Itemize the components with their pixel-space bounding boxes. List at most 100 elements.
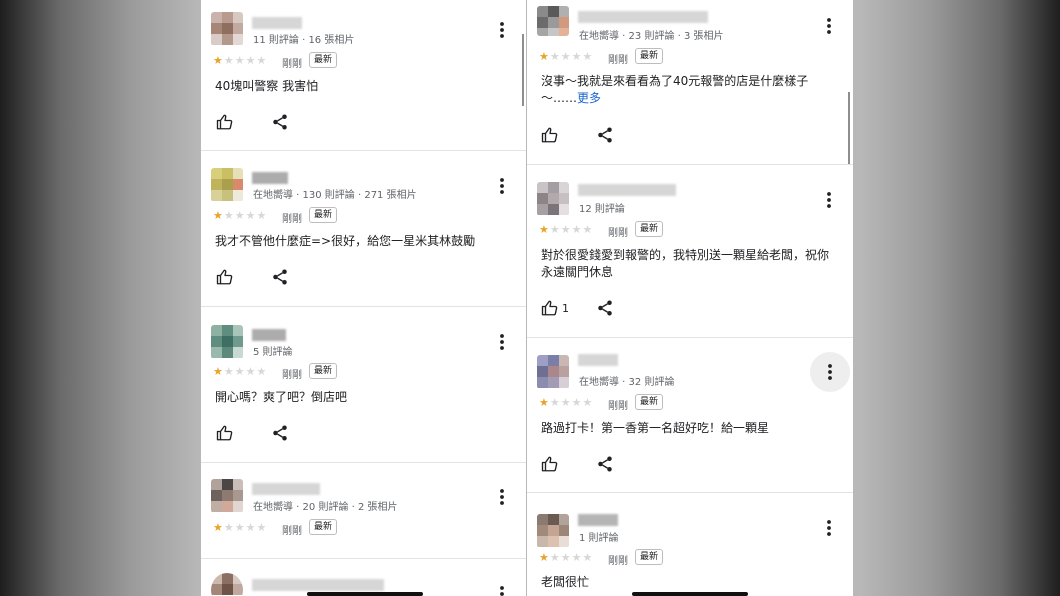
newest-badge: 最新 [635, 549, 664, 565]
reviewer-meta: 12 則評論 [579, 204, 625, 215]
avatar[interactable] [211, 12, 243, 46]
review-text: 對於很愛錢愛到報警的，我特別送一顆星給老闆，祝你永遠關門休息 [541, 248, 830, 279]
newest-badge: 最新 [635, 394, 664, 410]
more-vert-icon[interactable] [495, 585, 509, 596]
thumb-up-icon[interactable] [541, 126, 559, 144]
review-time: 剛剛 [608, 228, 628, 239]
avatar[interactable] [211, 168, 243, 202]
more-vert-icon[interactable] [495, 177, 509, 195]
share-icon[interactable] [596, 455, 614, 473]
star-rating: ★★★★★ [539, 397, 593, 409]
review-text: 40塊叫警察 我害怕 [215, 79, 319, 93]
share-icon[interactable] [271, 268, 289, 286]
star-empty-icon: ★★★★ [549, 551, 594, 564]
more-vert-icon[interactable] [495, 488, 509, 506]
thumb-up-icon[interactable] [541, 299, 559, 317]
share-icon[interactable] [596, 299, 614, 317]
scrollbar[interactable] [848, 92, 850, 164]
reviewer-name-blurred[interactable] [252, 329, 286, 341]
thumb-up-icon[interactable] [216, 113, 234, 131]
reviewer-name-blurred[interactable] [578, 354, 618, 366]
review-card: 11 則評論 · 16 張相片 ★★★★★ 剛剛 最新 40塊叫警察 我害怕 [201, 0, 526, 150]
newest-badge: 最新 [635, 48, 664, 64]
review-card: 在地嚮導 · 130 則評論 · 271 張相片 ★★★★★ 剛剛 最新 我才不… [201, 151, 526, 306]
reviewer-name-blurred[interactable] [252, 483, 320, 495]
more-vert-icon[interactable] [822, 17, 836, 35]
star-empty-icon: ★★★★ [549, 396, 594, 409]
review-card [201, 559, 526, 596]
review-card: 在地嚮導 · 20 則評論 · 2 張相片 ★★★★★ 剛剛 最新 [201, 463, 526, 558]
share-icon[interactable] [271, 113, 289, 131]
star-empty-icon: ★★★★ [549, 223, 594, 236]
reviewer-name-blurred[interactable] [252, 579, 384, 591]
star-filled-icon: ★ [213, 209, 224, 222]
review-time: 剛剛 [608, 401, 628, 412]
share-icon[interactable] [271, 424, 289, 442]
avatar[interactable] [537, 182, 569, 216]
more-vert-icon[interactable] [495, 21, 509, 39]
star-empty-icon: ★★★★ [223, 54, 268, 67]
avatar[interactable] [537, 355, 569, 389]
review-text: 我才不管他什麼症=>很好，給您一星米其林鼓勵 [215, 234, 476, 248]
more-vert-icon[interactable] [495, 333, 509, 351]
reviewer-meta: 在地嚮導 · 32 則評論 [579, 377, 675, 388]
reviewer-name-blurred[interactable] [578, 184, 676, 196]
review-text: 路過打卡！第一香第一名超好吃！給一顆星 [541, 421, 770, 435]
newest-badge: 最新 [309, 207, 338, 223]
review-text: 開心嗎？爽了吧？倒店吧 [215, 390, 348, 404]
review-text: 沒事～我就是來看看為了40元報警的店是什麼樣子～……更多 [541, 73, 833, 107]
review-panel-left[interactable]: 11 則評論 · 16 張相片 ★★★★★ 剛剛 最新 40塊叫警察 我害怕 在… [201, 0, 526, 596]
review-card: 5 則評論 ★★★★★ 剛剛 最新 開心嗎？爽了吧？倒店吧 [201, 307, 526, 462]
star-empty-icon: ★★★★ [549, 50, 594, 63]
star-filled-icon: ★ [539, 396, 550, 409]
thumb-up-icon[interactable] [216, 424, 234, 442]
review-time: 剛剛 [282, 59, 302, 70]
home-indicator[interactable] [632, 592, 748, 596]
star-filled-icon: ★ [539, 551, 550, 564]
reviewer-name-blurred[interactable] [252, 172, 288, 184]
avatar[interactable] [537, 6, 569, 36]
review-time: 剛剛 [608, 55, 628, 66]
star-rating: ★★★★★ [213, 210, 267, 222]
avatar[interactable] [211, 325, 243, 359]
review-card: 1 則評論 ★★★★★ 剛剛 最新 老闆很忙 [527, 493, 853, 596]
star-rating: ★★★★★ [539, 51, 593, 63]
newest-badge: 最新 [309, 52, 338, 68]
reviewer-name-blurred[interactable] [578, 11, 708, 23]
reviewer-meta: 1 則評論 [579, 533, 619, 544]
newest-badge: 最新 [309, 519, 338, 535]
star-filled-icon: ★ [539, 50, 550, 63]
star-filled-icon: ★ [213, 54, 224, 67]
review-time: 剛剛 [282, 214, 302, 225]
home-indicator[interactable] [307, 592, 423, 596]
thumb-up-icon[interactable] [541, 455, 559, 473]
share-icon[interactable] [596, 126, 614, 144]
avatar[interactable] [211, 479, 243, 513]
review-time: 剛剛 [282, 526, 302, 537]
star-filled-icon: ★ [213, 365, 224, 378]
review-card: 在地嚮導 · 32 則評論 ★★★★★ 剛剛 最新 路過打卡！第一香第一名超好吃… [527, 338, 853, 492]
more-vert-icon[interactable] [822, 191, 836, 209]
avatar[interactable] [211, 573, 243, 596]
more-vert-icon[interactable] [810, 352, 850, 392]
star-empty-icon: ★★★★ [223, 209, 268, 222]
more-vert-icon[interactable] [822, 519, 836, 537]
reviewer-meta: 5 則評論 [253, 347, 293, 358]
star-filled-icon: ★ [213, 521, 224, 534]
reviewer-name-blurred[interactable] [252, 17, 302, 29]
newest-badge: 最新 [635, 221, 664, 237]
reviewer-name-blurred[interactable] [578, 514, 618, 526]
reviewer-meta: 11 則評論 · 16 張相片 [253, 35, 355, 46]
scrollbar[interactable] [522, 34, 524, 106]
reviewer-meta: 在地嚮導 · 23 則評論 · 3 張相片 [579, 31, 724, 42]
newest-badge: 最新 [309, 363, 338, 379]
star-rating: ★★★★★ [539, 224, 593, 236]
review-panel-right[interactable]: 在地嚮導 · 23 則評論 · 3 張相片 ★★★★★ 剛剛 最新 沒事～我就是… [527, 0, 853, 596]
star-empty-icon: ★★★★ [223, 521, 268, 534]
avatar[interactable] [537, 514, 569, 548]
star-rating: ★★★★★ [213, 522, 267, 534]
thumb-up-icon[interactable] [216, 268, 234, 286]
more-link[interactable]: 更多 [577, 91, 601, 105]
star-empty-icon: ★★★★ [223, 365, 268, 378]
star-rating: ★★★★★ [539, 552, 593, 564]
